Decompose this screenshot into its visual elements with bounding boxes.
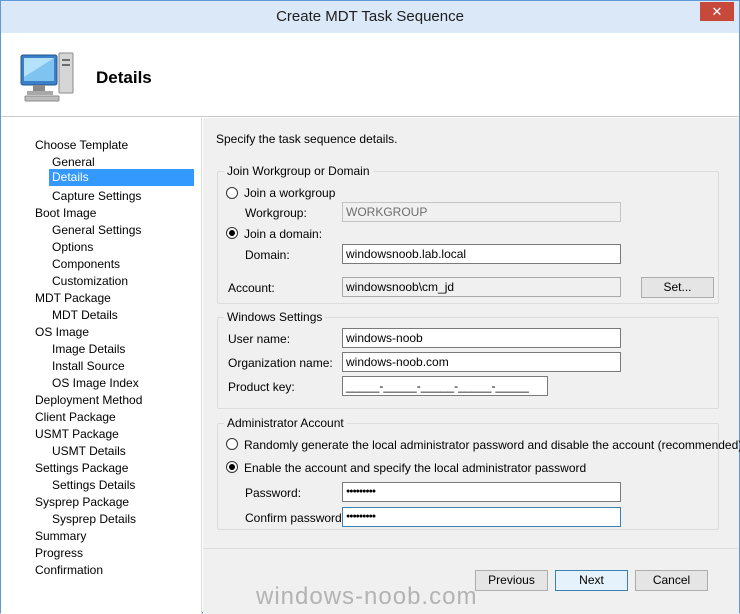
page-title: Details — [96, 68, 152, 87]
join-workgroup-radio[interactable] — [226, 187, 238, 199]
product-key-input[interactable]: _____-_____-_____-_____-_____ — [342, 376, 548, 396]
domain-input[interactable]: windowsnoob.lab.local — [342, 244, 621, 264]
random-password-radio[interactable] — [226, 438, 238, 450]
product-key-label: Product key: — [228, 380, 295, 394]
nav-item-os-image[interactable]: OS Image — [35, 324, 89, 341]
random-password-label[interactable]: Randomly generate the local administrato… — [244, 438, 740, 452]
nav-item-choose-template[interactable]: Choose Template — [35, 137, 128, 154]
nav-item-options[interactable]: Options — [52, 239, 93, 256]
nav-item-confirmation[interactable]: Confirmation — [35, 562, 103, 579]
nav-item-os-image-index[interactable]: OS Image Index — [52, 375, 139, 392]
enable-account-label[interactable]: Enable the account and specify the local… — [244, 461, 586, 475]
nav-item-usmt-package[interactable]: USMT Package — [35, 426, 119, 443]
organization-name-input[interactable]: windows-noob.com — [342, 352, 621, 372]
nav-item-general-settings[interactable]: General Settings — [52, 222, 141, 239]
nav-item-summary[interactable]: Summary — [35, 528, 86, 545]
confirm-password-label: Confirm password: — [245, 511, 346, 525]
enable-account-radio[interactable] — [226, 461, 238, 473]
watermark-text: windows-noob.com — [256, 583, 478, 610]
nav-item-settings-details[interactable]: Settings Details — [52, 477, 135, 494]
wizard-nav: Choose Template General Details Capture … — [1, 118, 202, 614]
join-domain-radio[interactable] — [226, 227, 238, 239]
password-label: Password: — [245, 486, 302, 500]
admin-account-title: Administrator Account — [224, 416, 347, 430]
account-input[interactable]: windowsnoob\cm_jd — [342, 277, 621, 297]
workgroup-label: Workgroup: — [245, 206, 307, 220]
nav-item-progress[interactable]: Progress — [35, 545, 83, 562]
wizard-window: Create MDT Task Sequence ✕ Details Choos… — [0, 0, 740, 614]
nav-item-customization[interactable]: Customization — [52, 273, 128, 290]
nav-item-settings-package[interactable]: Settings Package — [35, 460, 128, 477]
password-input[interactable]: ●●●●●●●●● — [342, 482, 621, 502]
user-name-label: User name: — [228, 332, 291, 346]
nav-item-install-source[interactable]: Install Source — [52, 358, 125, 375]
instruction-text: Specify the task sequence details. — [216, 132, 398, 146]
organization-name-label: Organization name: — [228, 356, 333, 370]
join-group-title: Join Workgroup or Domain — [224, 164, 373, 178]
cancel-button[interactable]: Cancel — [635, 570, 708, 591]
account-label: Account: — [228, 281, 275, 295]
nav-item-details[interactable]: Details — [49, 169, 194, 186]
nav-item-sysprep-details[interactable]: Sysprep Details — [52, 511, 136, 528]
close-button[interactable]: ✕ — [700, 2, 734, 21]
nav-item-components[interactable]: Components — [52, 256, 120, 273]
confirm-password-input[interactable]: ●●●●●●●●● — [342, 507, 621, 527]
nav-item-client-package[interactable]: Client Package — [35, 409, 116, 426]
nav-item-image-details[interactable]: Image Details — [52, 341, 125, 358]
close-icon: ✕ — [711, 4, 723, 19]
nav-item-boot-image[interactable]: Boot Image — [35, 205, 96, 222]
wizard-header: Details — [1, 33, 739, 117]
title-bar[interactable]: Create MDT Task Sequence ✕ — [1, 1, 739, 33]
previous-button[interactable]: Previous — [475, 570, 548, 591]
content-panel: Specify the task sequence details. Join … — [203, 118, 740, 548]
domain-label: Domain: — [245, 248, 290, 262]
workgroup-input[interactable]: WORKGROUP — [342, 202, 621, 222]
nav-item-deployment-method[interactable]: Deployment Method — [35, 392, 142, 409]
user-name-input[interactable]: windows-noob — [342, 328, 621, 348]
join-domain-label[interactable]: Join a domain: — [244, 227, 322, 241]
join-workgroup-label[interactable]: Join a workgroup — [244, 186, 335, 200]
nav-item-mdt-details[interactable]: MDT Details — [52, 307, 118, 324]
set-account-button[interactable]: Set... — [641, 277, 714, 298]
nav-item-sysprep-package[interactable]: Sysprep Package — [35, 494, 129, 511]
nav-item-usmt-details[interactable]: USMT Details — [52, 443, 126, 460]
next-button[interactable]: Next — [555, 570, 628, 591]
window-title: Create MDT Task Sequence — [276, 8, 464, 25]
windows-settings-title: Windows Settings — [224, 310, 326, 324]
nav-item-mdt-package[interactable]: MDT Package — [35, 290, 111, 307]
nav-item-capture-settings[interactable]: Capture Settings — [52, 188, 141, 205]
computer-icon — [20, 52, 74, 102]
